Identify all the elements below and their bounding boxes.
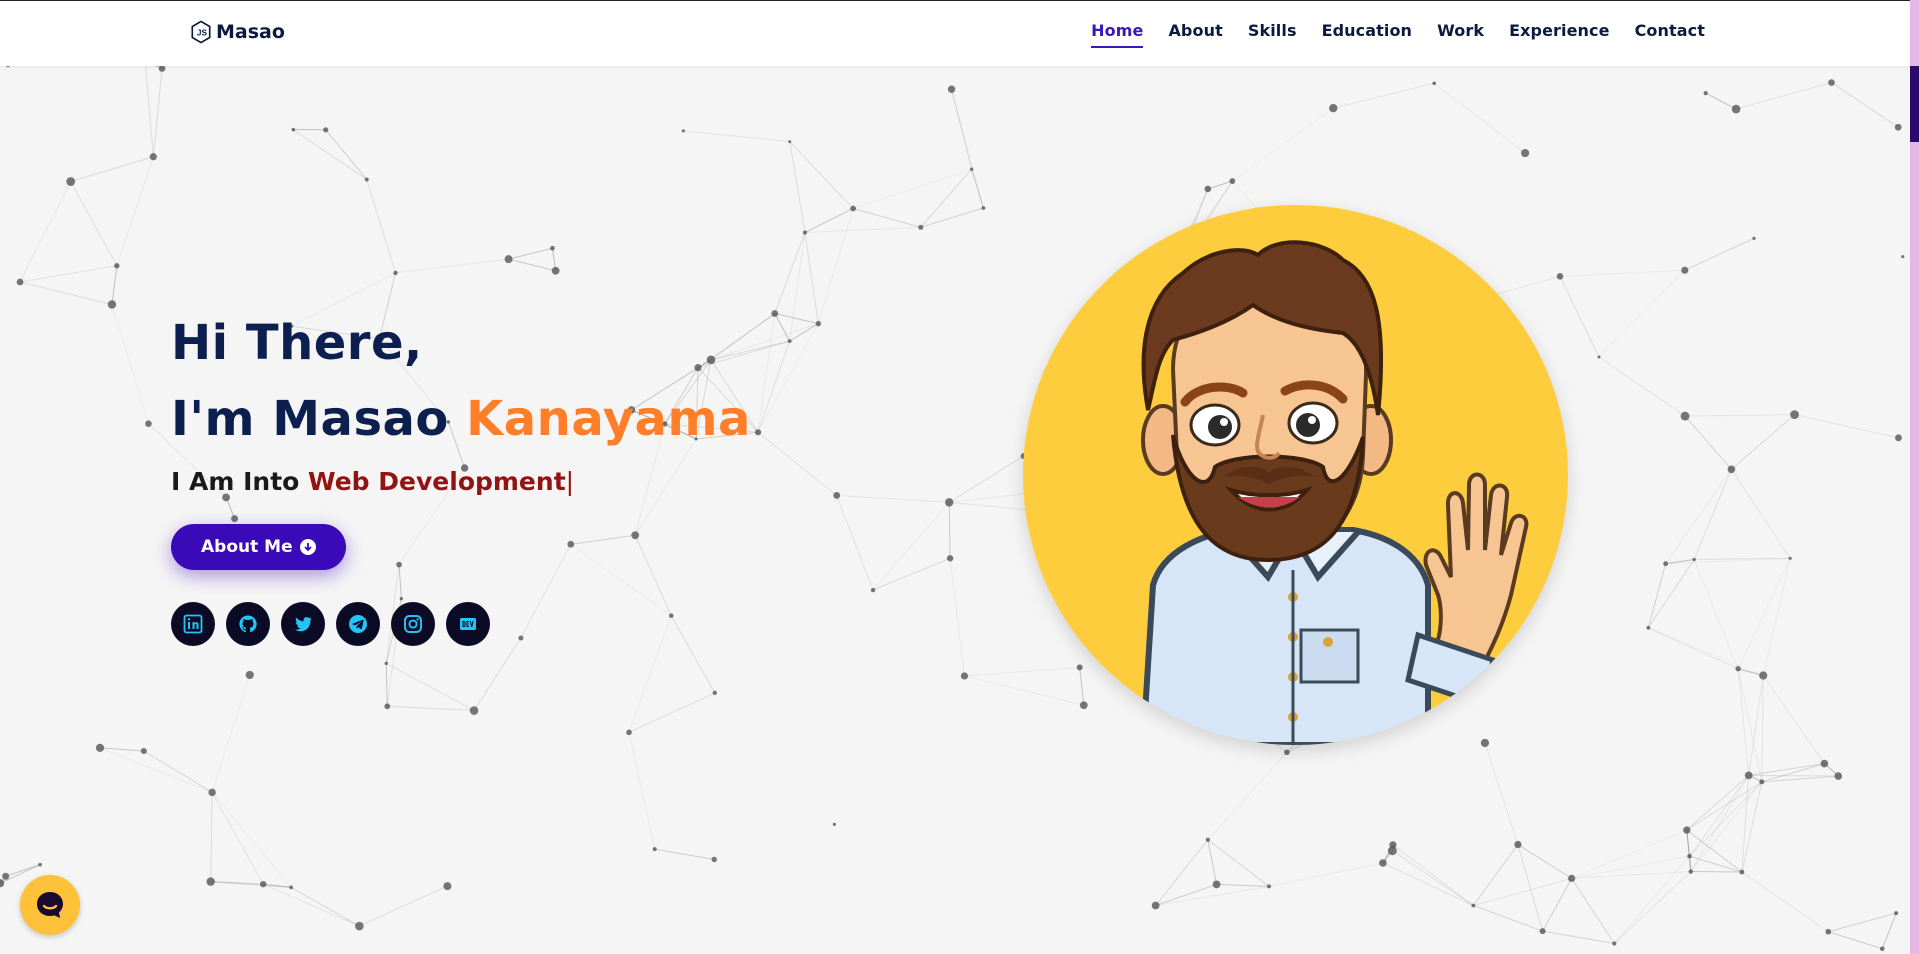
nav-education[interactable]: Education [1322,21,1412,48]
instagram-icon [404,615,422,633]
social-links [171,602,751,646]
hero-intro: I'm Masao [171,391,467,447]
brand-logo[interactable]: JS Masao [190,20,285,44]
nav-about[interactable]: About [1168,21,1222,48]
arrow-down-circle-icon [299,539,316,555]
brand-name: Masao [216,21,285,43]
dev-link[interactable] [446,602,490,646]
telegram-link[interactable] [336,602,380,646]
github-icon [239,615,257,633]
chat-widget-button[interactable] [20,875,80,935]
top-navbar: JS Masao Home About Skills Education Wor… [0,0,1910,66]
linkedin-link[interactable] [171,602,215,646]
nav-contact[interactable]: Contact [1635,21,1705,48]
dev-to-icon [460,618,476,630]
hero-greeting: Hi There, [171,315,423,371]
linkedin-icon [183,614,203,634]
bitmoji-avatar-image [1139,240,1529,745]
nav-home[interactable]: Home [1091,21,1144,48]
nav-work[interactable]: Work [1437,21,1484,48]
typing-prefix: I Am Into [171,467,309,496]
svg-text:JS: JS [197,29,208,38]
scrollbar-thumb[interactable] [1910,66,1919,142]
hero-surname: Kanayama [466,391,751,447]
hero-name: I'm Masao Kanayama [171,381,751,457]
twitter-icon [295,617,312,632]
telegram-icon [349,615,367,633]
chat-bubble-icon [37,892,63,918]
typing-text: I Am Into Web Development| [171,467,751,496]
nodejs-hex-icon: JS [191,20,211,44]
avatar-portrait [1023,205,1568,745]
hero-section: Hi There, I'm Masao Kanayama I Am Into W… [171,305,751,646]
about-me-button[interactable]: About Me [171,524,346,570]
page-scrollbar[interactable] [1910,0,1919,954]
page: JS Masao Home About Skills Education Wor… [0,0,1919,954]
typing-role: Web Development [308,467,566,496]
main-nav: Home About Skills Education Work Experie… [1091,21,1705,48]
about-me-label: About Me [201,537,293,557]
typing-caret: | [565,467,575,496]
twitter-link[interactable] [281,602,325,646]
github-link[interactable] [226,602,270,646]
nav-skills[interactable]: Skills [1248,21,1297,48]
nav-experience[interactable]: Experience [1509,21,1610,48]
instagram-link[interactable] [391,602,435,646]
